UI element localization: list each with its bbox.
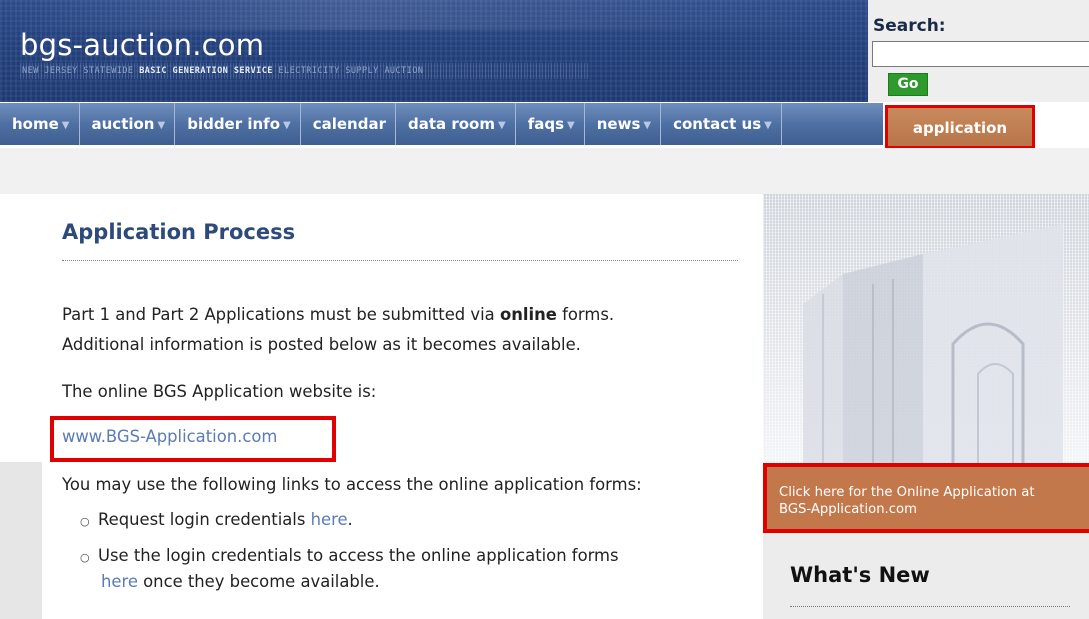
nav-item-label: auction [91, 115, 155, 133]
whats-new-heading: What's New [790, 563, 930, 587]
paragraph-online-forms: Part 1 and Part 2 Applications must be s… [62, 303, 614, 327]
nav-item-label: faqs [527, 115, 565, 133]
nav-item-calendar[interactable]: calendar [301, 103, 396, 145]
bullet2-text: Use the login credentials to access the … [98, 546, 619, 565]
whats-new-divider [790, 606, 1070, 607]
nav-item-label: news [596, 115, 641, 133]
nav-bar: home ▼ auction ▼ bidder info ▼ calendar data ro… [0, 103, 883, 145]
online-forms-link[interactable]: here [101, 572, 138, 591]
chevron-down-icon: ▼ [643, 120, 652, 131]
nav-item-label: contact us [673, 115, 762, 133]
cta-line-2: BGS-Application.com [779, 502, 917, 517]
request-credentials-link[interactable]: here [311, 510, 348, 529]
bullet-icon: ○ [80, 551, 90, 564]
search-panel: Search: Go [868, 0, 1089, 102]
nav-item-news[interactable]: news ▼ [585, 103, 662, 145]
nav-item-home[interactable]: home ▼ [0, 103, 80, 145]
paragraph-links-intro: You may use the following links to acces… [62, 475, 642, 494]
whats-new-panel: What's New [763, 533, 1089, 619]
building-illustration [803, 224, 1063, 464]
go-button[interactable]: Go [888, 73, 928, 96]
site-header: bgs-auction.com NEW JERSEY STATEWIDE BAS… [0, 0, 868, 102]
chevron-down-icon: ▼ [764, 120, 772, 131]
list-item: ○ Request login credentials here. [80, 508, 353, 534]
site-logo-title[interactable]: bgs-auction.com [20, 28, 264, 62]
para1-end: forms. [556, 305, 615, 324]
para1-text: Part 1 and Part 2 Applications must be s… [62, 305, 500, 324]
nav-item-contact-us[interactable]: contact us ▼ [661, 103, 782, 145]
search-label: Search: [873, 16, 946, 36]
chevron-down-icon: ▼ [567, 120, 575, 131]
nav-item-label: data room [407, 115, 495, 133]
nav-item-data-room[interactable]: data room ▼ [396, 103, 516, 145]
tagline-part-2: BASIC GENERATION SERVICE [139, 66, 273, 76]
nav-item-label: home [12, 115, 59, 133]
site-tagline: NEW JERSEY STATEWIDE BASIC GENERATION SE… [22, 66, 423, 76]
main-content: Application Process Part 1 and Part 2 Ap… [42, 194, 757, 619]
page-title: Application Process [62, 220, 296, 244]
nav-item-bidder-info[interactable]: bidder info ▼ [175, 103, 301, 145]
search-input[interactable] [872, 41, 1089, 67]
para1-bold: online [499, 305, 557, 324]
chevron-down-icon: ▼ [157, 120, 166, 131]
bullet1-text: Request login credentials [98, 510, 311, 529]
left-gutter-lower [0, 462, 42, 619]
sidebar-building-image [763, 194, 1089, 464]
chevron-down-icon: ▼ [283, 120, 291, 131]
paragraph-website-intro: The online BGS Application website is: [62, 382, 377, 401]
nav-item-faqs[interactable]: faqs ▼ [516, 103, 585, 145]
nav-item-auction[interactable]: auction ▼ [80, 103, 176, 145]
list-item-continuation: here once they become available. [101, 570, 380, 594]
list-item: ○ Use the login credentials to access the… [80, 544, 619, 570]
chevron-down-icon: ▼ [61, 120, 70, 131]
tagline-part-1: NEW JERSEY STATEWIDE [22, 66, 140, 76]
main-nav: home ▼ auction ▼ bidder info ▼ calendar data ro… [0, 103, 1089, 149]
tagline-part-3: ELECTRICITY SUPPLY AUCTION [272, 66, 424, 76]
online-application-cta[interactable]: Click here for the Online Application at… [763, 463, 1089, 533]
title-divider [62, 260, 738, 261]
bgs-application-link[interactable]: www.BGS-Application.com [62, 425, 277, 449]
cta-line-1: Click here for the Online Application at [779, 485, 1035, 500]
bullet-icon: ○ [80, 515, 90, 528]
nav-item-label: bidder info [187, 115, 281, 133]
chevron-down-icon: ▼ [498, 120, 506, 131]
bullet2-end: once they become available. [137, 572, 380, 591]
paragraph-additional-info: Additional information is posted below a… [62, 335, 581, 354]
nav-item-label: calendar [312, 115, 386, 133]
grey-band [0, 148, 1089, 194]
bullet1-end: . [347, 510, 353, 529]
nav-item-application[interactable]: application [885, 105, 1035, 149]
